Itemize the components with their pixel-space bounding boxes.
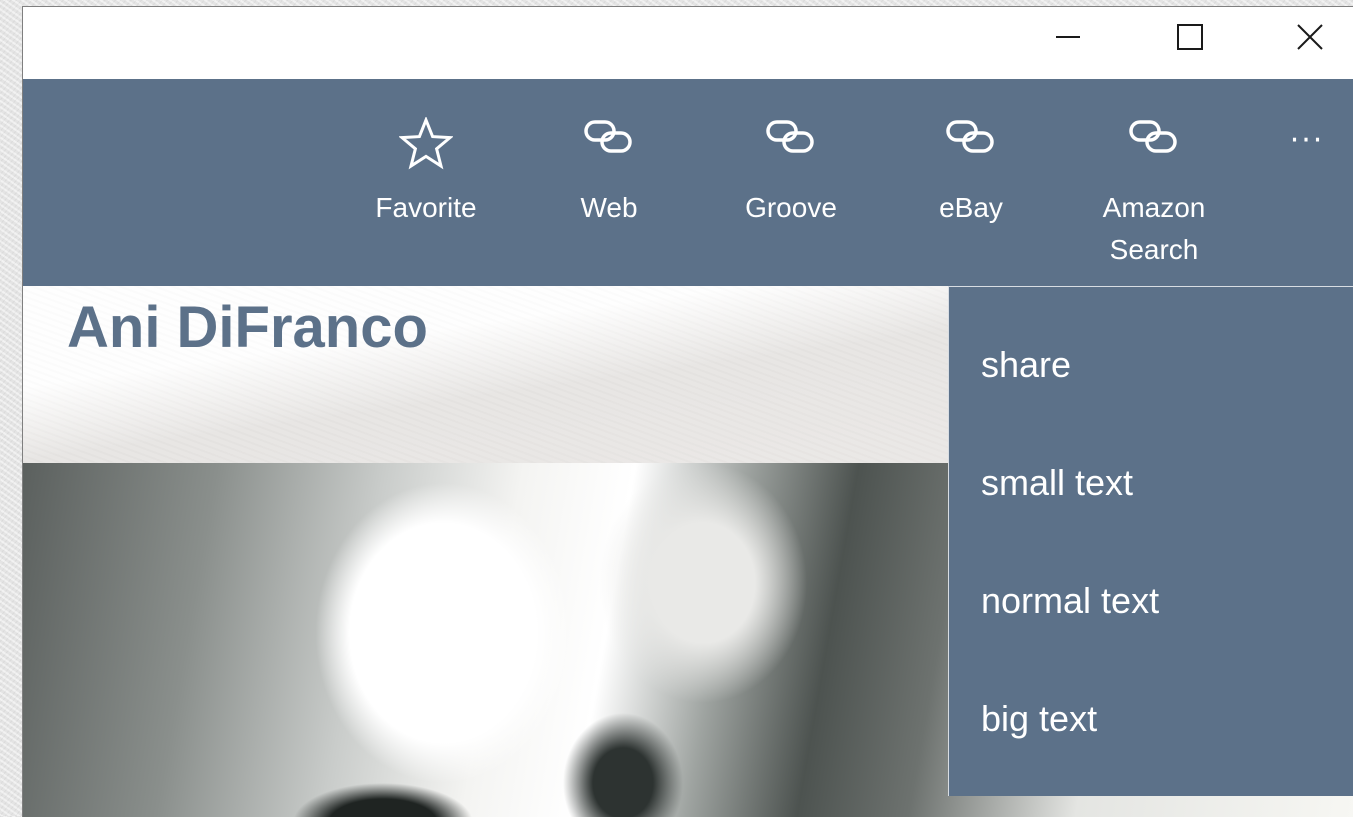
more-icon: ··· [1289, 123, 1325, 158]
more-options-button[interactable]: ··· [1277, 123, 1337, 167]
groove-label: Groove [745, 192, 837, 223]
menu-item-share[interactable]: share [981, 343, 1071, 387]
menu-item-small-text[interactable]: small text [981, 461, 1133, 505]
favorite-label: Favorite [375, 192, 477, 223]
menu-item-normal-text[interactable]: normal text [981, 579, 1159, 623]
ebay-label: eBay [939, 192, 1003, 223]
link-icon [582, 117, 636, 161]
maximize-button[interactable] [1161, 7, 1219, 67]
maximize-icon [1177, 24, 1203, 50]
minimize-icon [1056, 35, 1080, 39]
close-icon [1297, 24, 1323, 50]
star-icon [398, 115, 454, 175]
title-bar [23, 7, 1353, 79]
link-icon [1127, 117, 1181, 161]
close-button[interactable] [1281, 7, 1339, 67]
favorite-button[interactable]: Favorite [359, 79, 493, 286]
amazon-search-button[interactable]: Amazon Search [1083, 79, 1225, 286]
web-button[interactable]: Web [551, 79, 667, 286]
amazon-search-label: Amazon Search [1102, 192, 1206, 265]
groove-button[interactable]: Groove [727, 79, 855, 286]
web-label: Web [580, 192, 638, 223]
link-icon [944, 117, 998, 161]
command-bar: Favorite Web Groove eBay Amazon Search ·… [23, 79, 1353, 286]
minimize-button[interactable] [1039, 7, 1097, 67]
overflow-menu: share small text normal text big text [948, 286, 1353, 796]
link-icon [764, 117, 818, 161]
app-window: Favorite Web Groove eBay Amazon Search ·… [22, 6, 1353, 817]
ebay-button[interactable]: eBay [911, 79, 1031, 286]
page-title: Ani DiFranco [67, 295, 428, 360]
menu-item-big-text[interactable]: big text [981, 697, 1097, 741]
